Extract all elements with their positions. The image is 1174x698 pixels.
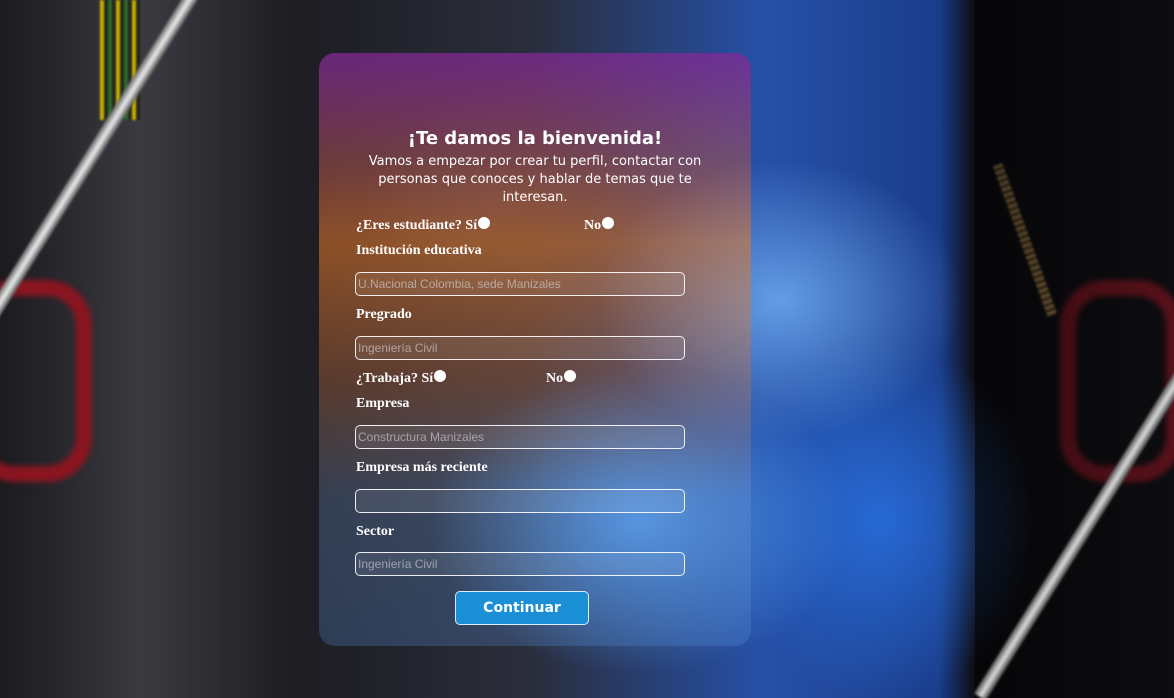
work-yes-radio[interactable] <box>434 370 447 382</box>
student-no-radio[interactable] <box>602 217 615 229</box>
sector-input[interactable] <box>355 552 685 576</box>
continue-button[interactable]: Continuar <box>455 591 589 625</box>
recent-company-input[interactable] <box>355 489 685 513</box>
institution-input[interactable] <box>355 272 685 296</box>
background-red-part-left <box>0 280 92 482</box>
welcome-title: ¡Te damos la bienvenida! <box>407 128 663 149</box>
company-input[interactable] <box>355 425 685 449</box>
sector-label: Sector <box>356 524 395 539</box>
degree-label: Pregrado <box>356 307 412 322</box>
student-no-option: No <box>584 217 615 234</box>
recent-company-label: Empresa más reciente <box>356 460 488 475</box>
background-right-panel <box>975 0 1174 698</box>
welcome-card: ¡Te damos la bienvenida! Vamos a empezar… <box>319 53 751 646</box>
degree-input[interactable] <box>355 336 685 360</box>
student-yes-radio[interactable] <box>478 217 491 229</box>
welcome-subtitle: Vamos a empezar por crear tu perfil, con… <box>368 154 702 205</box>
work-no-option: No <box>546 370 577 387</box>
work-no-radio[interactable] <box>564 370 577 382</box>
student-question-label: ¿Eres estudiante? Sí <box>356 218 478 233</box>
work-question-label: ¿Trabaja? Sí <box>356 371 434 386</box>
work-question-row: ¿Trabaja? Sí No <box>356 370 736 389</box>
company-label: Empresa <box>356 396 410 411</box>
student-yes-option: ¿Eres estudiante? Sí <box>356 217 491 234</box>
student-question-row: ¿Eres estudiante? Sí No <box>356 217 736 236</box>
work-no-label: No <box>546 371 564 386</box>
student-no-label: No <box>584 218 602 233</box>
institution-label: Institución educativa <box>356 243 482 258</box>
work-yes-option: ¿Trabaja? Sí <box>356 370 447 387</box>
